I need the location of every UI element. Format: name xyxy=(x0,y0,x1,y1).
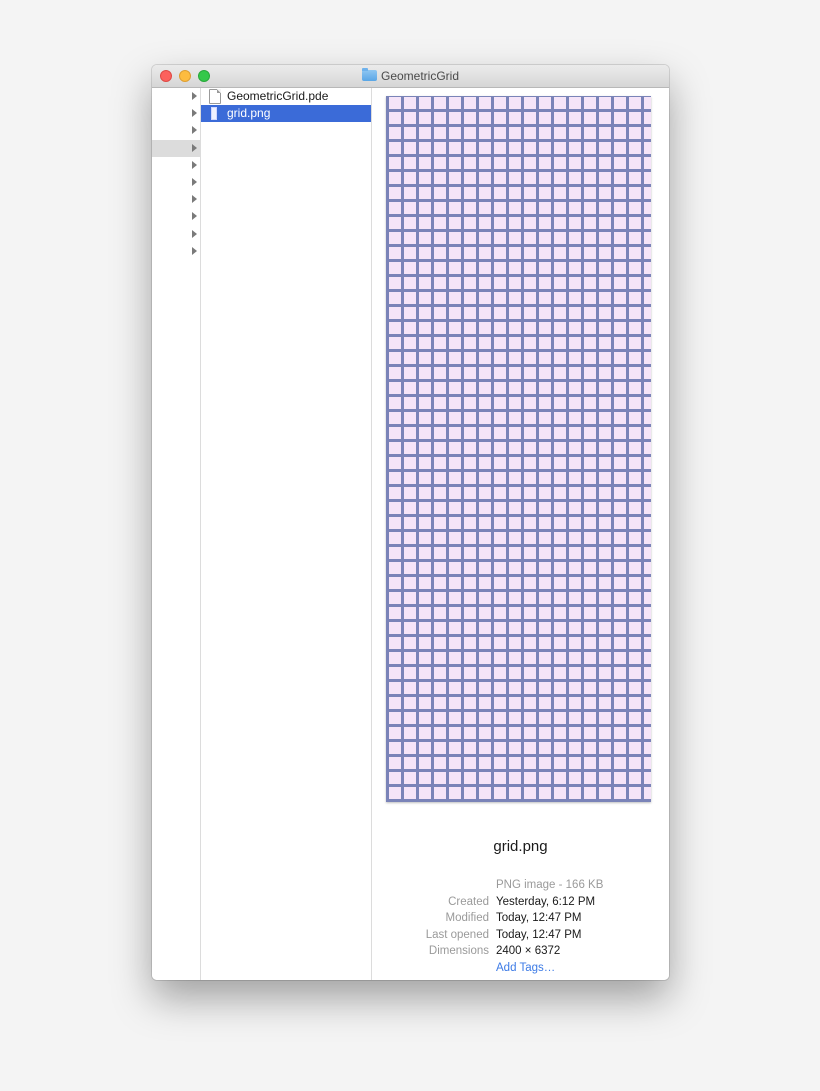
file-row-grid-png[interactable]: grid.png xyxy=(201,105,371,122)
disclosure-arrow-icon xyxy=(192,246,197,255)
meta-type: PNG image - 166 KB xyxy=(496,879,604,891)
document-icon xyxy=(209,89,221,104)
disclosure-arrow-icon xyxy=(192,212,197,221)
disclosure-arrow-icon xyxy=(192,195,197,204)
parent-column-row[interactable] xyxy=(152,174,200,191)
parent-column-row[interactable] xyxy=(152,88,200,105)
meta-value: 2400 × 6372 xyxy=(496,945,561,957)
disclosure-arrow-icon xyxy=(192,143,197,152)
meta-value: Today, 12:47 PM xyxy=(496,912,582,924)
meta-row-last-opened: Last opened Today, 12:47 PM xyxy=(372,927,669,944)
folder-icon xyxy=(361,68,377,81)
preview-pane: grid.png PNG image - 166 KB Created Yest… xyxy=(372,88,669,980)
title-bar[interactable]: GeometricGrid xyxy=(152,65,669,88)
add-tags-link[interactable]: Add Tags… xyxy=(496,960,555,977)
meta-key: Last opened xyxy=(425,928,489,941)
window-title-text: GeometricGrid xyxy=(380,69,460,83)
disclosure-arrow-icon xyxy=(192,126,197,135)
meta-key: Created xyxy=(448,895,489,908)
file-name: GeometricGrid.pde xyxy=(227,89,329,103)
file-name: grid.png xyxy=(227,106,271,120)
file-metadata: PNG image - 166 KB Created Yesterday, 6:… xyxy=(372,877,669,976)
parent-column-row[interactable] xyxy=(152,226,200,243)
parent-column-row[interactable] xyxy=(152,243,200,260)
window-title: GeometricGrid xyxy=(152,68,669,84)
parent-column-row[interactable] xyxy=(152,208,200,225)
parent-column-row[interactable] xyxy=(152,139,200,157)
parent-column-row[interactable] xyxy=(152,191,200,208)
disclosure-arrow-icon xyxy=(192,229,197,238)
meta-row-created: Created Yesterday, 6:12 PM xyxy=(372,894,669,911)
preview-filename: grid.png xyxy=(493,838,548,855)
parent-column-row[interactable] xyxy=(152,105,200,122)
meta-value: Today, 12:47 PM xyxy=(496,928,582,941)
meta-key: Dimensions xyxy=(428,945,489,957)
preview-image xyxy=(386,96,651,802)
finder-window: GeometricGrid GeometricGrid.pde grid.png… xyxy=(152,65,669,980)
meta-row-dimensions: Dimensions 2400 × 6372 xyxy=(372,943,669,960)
grid-pattern xyxy=(386,96,651,802)
meta-row-tags: Add Tags… xyxy=(372,960,669,977)
disclosure-arrow-icon xyxy=(192,92,197,100)
files-column[interactable]: GeometricGrid.pde grid.png xyxy=(201,88,372,980)
meta-value: Yesterday, 6:12 PM xyxy=(496,895,596,908)
file-row-geometricgrid-pde[interactable]: GeometricGrid.pde xyxy=(201,88,371,105)
disclosure-arrow-icon xyxy=(192,178,197,186)
parent-column-row[interactable] xyxy=(152,122,200,139)
parent-column[interactable] xyxy=(152,88,201,980)
image-file-icon xyxy=(211,107,217,120)
meta-key: Modified xyxy=(445,912,489,924)
meta-type-row: PNG image - 166 KB xyxy=(372,877,669,894)
disclosure-arrow-icon xyxy=(192,109,197,118)
meta-row-modified: Modified Today, 12:47 PM xyxy=(372,910,669,927)
parent-column-row[interactable] xyxy=(152,157,200,174)
disclosure-arrow-icon xyxy=(192,160,197,169)
